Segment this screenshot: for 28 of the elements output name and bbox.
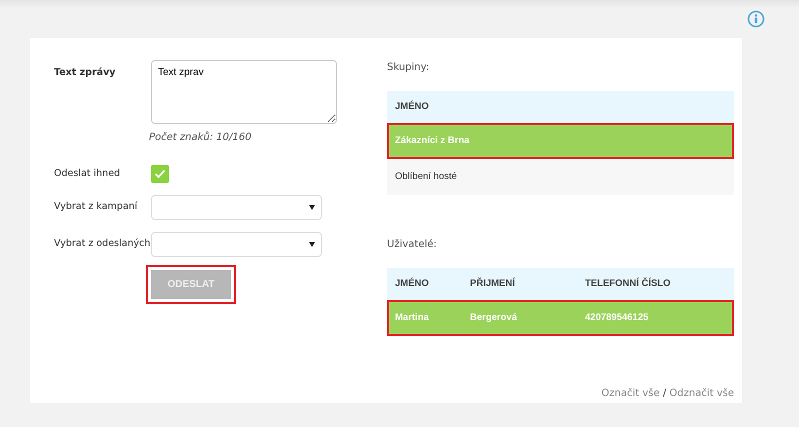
- section-title: Skupiny:: [387, 61, 430, 75]
- table-cell-text: Zákazníci z Brna: [394, 134, 470, 148]
- field-label: Vybrat z odeslaných: [54, 237, 151, 252]
- caret-icon: [309, 242, 315, 247]
- table-row[interactable]: Oblíbení hosté: [387, 159, 734, 195]
- column-header: PŘIJMENÍ: [469, 276, 516, 291]
- table-cell-text: Oblíbení hosté: [394, 170, 458, 184]
- info-icon[interactable]: [747, 10, 765, 28]
- section-title: Uživatelé:: [387, 238, 438, 252]
- column-header: JMÉNO: [394, 276, 430, 291]
- table-cell-text: Bergerová: [469, 310, 518, 325]
- select-field[interactable]: [151, 232, 322, 257]
- field-label: Odeslat ihned: [54, 166, 122, 181]
- character-counter: Počet znaků: 10/160: [149, 130, 252, 145]
- separator: /: [662, 388, 668, 399]
- table-cell-text: Martina: [394, 310, 430, 325]
- deselect-all-link[interactable]: Odznačit vše: [669, 388, 734, 399]
- check-icon: [154, 169, 166, 179]
- field-label: Vybrat z kampaní: [54, 200, 138, 214]
- caret-icon: [309, 205, 315, 210]
- message-field[interactable]: Text zprav: [151, 60, 337, 124]
- column-header: TELEFONNÍ ČÍSLO: [584, 276, 672, 291]
- field-label: Text zprávy: [54, 66, 116, 80]
- select-field[interactable]: [151, 195, 322, 220]
- column-header: JMÉNO: [394, 100, 430, 114]
- select-all-link[interactable]: Označit vše: [601, 388, 660, 399]
- table-cell-text: 420789546125: [584, 310, 650, 325]
- checkbox[interactable]: [151, 165, 169, 183]
